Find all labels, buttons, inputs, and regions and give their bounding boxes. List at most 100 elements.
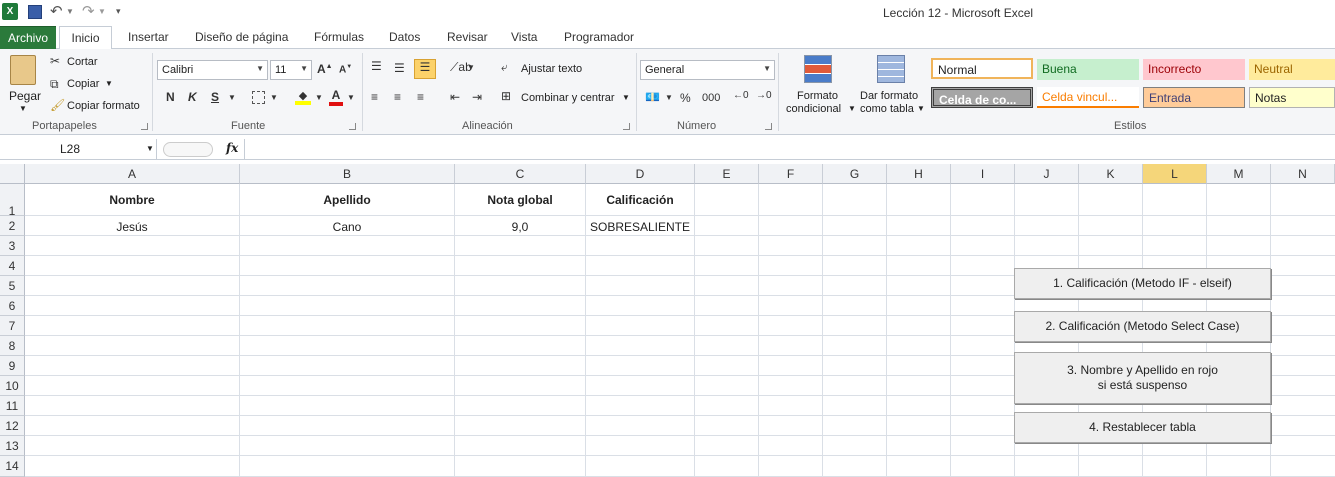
wrap-text-button[interactable]: Ajustar texto xyxy=(521,63,582,75)
merge-dropdown-icon[interactable]: ▼ xyxy=(622,93,630,102)
tab-programador[interactable]: Programador xyxy=(564,30,634,44)
column-header-d[interactable]: D xyxy=(586,164,695,184)
cut-button[interactable]: Cortar xyxy=(67,56,98,68)
macro-button-if-elseif[interactable]: 1. Calificación (Metodo IF - elseif) xyxy=(1014,268,1271,299)
insert-function-icon[interactable]: fx xyxy=(226,141,238,155)
bold-button[interactable]: N xyxy=(166,90,175,104)
style-buena[interactable]: Buena xyxy=(1037,59,1139,80)
paste-button[interactable]: Pegar xyxy=(9,89,41,103)
chevron-down-icon[interactable]: ▼ xyxy=(146,144,154,153)
formula-bar-resizer[interactable] xyxy=(163,142,213,157)
tab-datos[interactable]: Datos xyxy=(389,30,420,44)
align-left-icon[interactable]: ≡ xyxy=(371,90,378,104)
format-as-table-line2[interactable]: como tabla xyxy=(860,103,914,115)
increase-indent-icon[interactable]: ⇥ xyxy=(472,90,482,104)
row-header-9[interactable]: 9 xyxy=(0,356,25,376)
style-incorrecto[interactable]: Incorrecto xyxy=(1143,59,1245,80)
row-header-12[interactable]: 12 xyxy=(0,416,25,436)
merge-center-icon[interactable]: ⊞ xyxy=(501,89,511,103)
tab-diseno-pagina[interactable]: Diseño de página xyxy=(195,30,288,44)
borders-icon[interactable] xyxy=(252,91,265,104)
conditional-format-line2[interactable]: condicional xyxy=(786,103,841,115)
style-celda-vinculada[interactable]: Celda vincul... xyxy=(1037,87,1139,108)
number-dialog-launcher[interactable] xyxy=(765,123,772,130)
conditional-format-dropdown-icon[interactable]: ▼ xyxy=(848,104,856,113)
shrink-font-icon[interactable]: A▼ xyxy=(339,64,352,75)
font-color-dropdown-icon[interactable]: ▼ xyxy=(347,93,355,102)
conditional-format-line1[interactable]: Formato xyxy=(797,90,838,102)
row-header-10[interactable]: 10 xyxy=(0,376,25,396)
style-normal[interactable]: Normal xyxy=(931,58,1033,79)
decrease-decimal-icon[interactable]: →0 xyxy=(756,90,772,101)
column-header-g[interactable]: G xyxy=(823,164,887,184)
underline-button[interactable]: S xyxy=(211,90,219,104)
redo-dropdown-icon[interactable]: ▼ xyxy=(98,7,106,16)
accounting-dropdown-icon[interactable]: ▼ xyxy=(665,93,673,102)
grow-font-icon[interactable]: A▲ xyxy=(317,62,333,76)
save-icon[interactable] xyxy=(28,5,42,19)
increase-decimal-icon[interactable]: ←0 xyxy=(733,90,749,101)
align-center-icon[interactable]: ≡ xyxy=(394,90,401,104)
tab-archivo[interactable]: Archivo xyxy=(0,26,56,49)
header-nota-global[interactable]: Nota global xyxy=(455,193,585,207)
align-bottom-icon[interactable]: ☰ xyxy=(414,59,436,79)
row-header-7[interactable]: 7 xyxy=(0,316,25,336)
undo-icon[interactable]: ↶ xyxy=(50,2,63,20)
style-entrada[interactable]: Entrada xyxy=(1143,87,1245,108)
column-header-j[interactable]: J xyxy=(1015,164,1079,184)
underline-dropdown-icon[interactable]: ▼ xyxy=(228,93,236,102)
column-header-k[interactable]: K xyxy=(1079,164,1143,184)
format-as-table-dropdown-icon[interactable]: ▼ xyxy=(917,104,925,113)
row-header-5[interactable]: 5 xyxy=(0,276,25,296)
conditional-format-icon[interactable] xyxy=(804,55,832,83)
customize-qat-icon[interactable]: ▾ xyxy=(116,6,121,17)
row-header-4[interactable]: 4 xyxy=(0,256,25,276)
row-header-11[interactable]: 11 xyxy=(0,396,25,416)
fill-color-dropdown-icon[interactable]: ▼ xyxy=(315,93,323,102)
undo-dropdown-icon[interactable]: ▼ xyxy=(66,7,74,16)
format-painter-button[interactable]: Copiar formato xyxy=(67,100,140,112)
copy-button[interactable]: Copiar xyxy=(67,78,99,90)
copy-dropdown-icon[interactable]: ▼ xyxy=(105,79,113,88)
tab-revisar[interactable]: Revisar xyxy=(447,30,488,44)
row-header-14[interactable]: 14 xyxy=(0,456,25,477)
column-header-i[interactable]: I xyxy=(951,164,1015,184)
format-as-table-icon[interactable] xyxy=(877,55,905,83)
align-middle-icon[interactable]: ☰ xyxy=(394,61,405,75)
cell-a2[interactable]: Jesús xyxy=(25,220,239,234)
header-nombre[interactable]: Nombre xyxy=(25,193,239,207)
row-header-8[interactable]: 8 xyxy=(0,336,25,356)
excel-icon[interactable]: X xyxy=(2,3,18,20)
align-right-icon[interactable]: ≡ xyxy=(417,90,424,104)
row-header-1[interactable]: 1 xyxy=(0,184,25,218)
column-header-m[interactable]: M xyxy=(1207,164,1271,184)
tab-inicio[interactable]: Inicio xyxy=(59,26,112,50)
thousands-button[interactable]: 000 xyxy=(702,92,720,104)
align-top-icon[interactable]: ☰ xyxy=(371,59,382,73)
column-header-b[interactable]: B xyxy=(240,164,455,184)
alignment-dialog-launcher[interactable] xyxy=(623,123,630,130)
cell-d2[interactable]: SOBRESALIENTE xyxy=(586,220,694,234)
formula-input[interactable] xyxy=(244,139,1335,160)
cut-icon[interactable]: ✂ xyxy=(50,54,60,68)
style-notas[interactable]: Notas xyxy=(1249,87,1335,108)
font-name-combo[interactable]: Calibri ▼ xyxy=(157,60,268,80)
italic-button[interactable]: K xyxy=(188,90,197,104)
column-header-a[interactable]: A xyxy=(25,164,240,184)
borders-dropdown-icon[interactable]: ▼ xyxy=(270,93,278,102)
font-size-combo[interactable]: 11 ▼ xyxy=(270,60,312,80)
style-neutral[interactable]: Neutral xyxy=(1249,59,1335,80)
header-calificacion[interactable]: Calificación xyxy=(586,193,694,207)
cell-b2[interactable]: Cano xyxy=(240,220,454,234)
orientation-dropdown-icon[interactable]: ▼ xyxy=(467,63,475,72)
macro-button-nombre-rojo[interactable]: 3. Nombre y Apellido en rojo si está susp… xyxy=(1014,352,1271,404)
header-apellido[interactable]: Apellido xyxy=(240,193,454,207)
number-format-combo[interactable]: General ▼ xyxy=(640,60,775,80)
column-header-c[interactable]: C xyxy=(455,164,586,184)
row-header-2[interactable]: 2 xyxy=(0,216,25,236)
paste-icon[interactable] xyxy=(10,55,36,85)
format-as-table-line1[interactable]: Dar formato xyxy=(860,90,918,102)
wrap-text-icon[interactable]: ⤶ xyxy=(501,60,508,75)
row-header-13[interactable]: 13 xyxy=(0,436,25,456)
tab-vista[interactable]: Vista xyxy=(511,30,537,44)
